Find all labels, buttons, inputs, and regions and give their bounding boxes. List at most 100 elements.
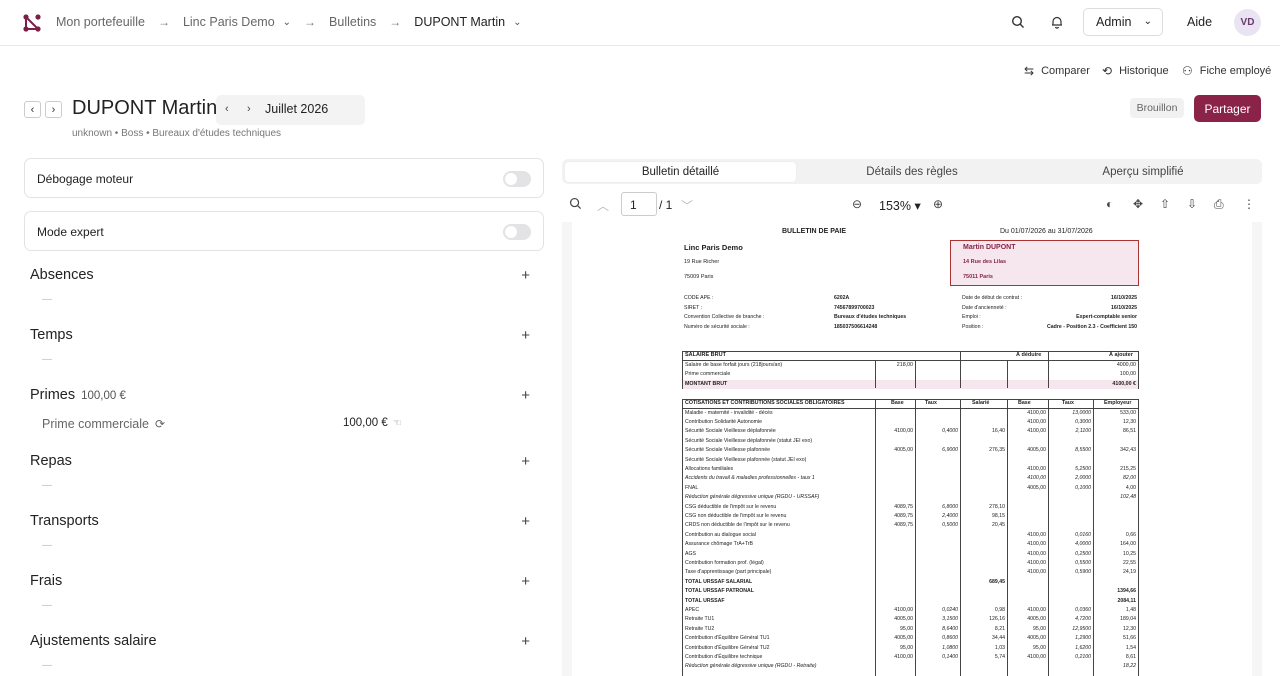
payslip-period: Du 01/07/2026 au 31/07/2026: [1000, 228, 1093, 235]
zoom-level[interactable]: 153% ▾: [879, 198, 921, 213]
expert-mode-toggle[interactable]: [503, 224, 531, 240]
table-rule: [960, 352, 961, 388]
previous-employee-button[interactable]: ‹: [24, 101, 41, 118]
empty-placeholder: —: [42, 354, 52, 365]
zoom-value: 153%: [879, 199, 911, 213]
add-time-plus-icon[interactable]: +: [521, 327, 530, 344]
gross-row-amount: 100,00: [1119, 371, 1136, 377]
next-month-chevron-icon[interactable]: ›: [247, 103, 251, 115]
contrib-header: COTISATIONS ET CONTRIBUTIONS SOCIALES OB…: [685, 400, 845, 406]
contrib-row-value: 12,30: [1123, 625, 1136, 632]
previous-month-chevron-icon[interactable]: ‹: [225, 103, 229, 115]
contrib-row-value: 8,6400: [942, 625, 958, 632]
refresh-icon[interactable]: ⟳: [155, 417, 165, 431]
chevron-down-icon[interactable]: ﹀: [681, 197, 693, 214]
breadcrumb-section[interactable]: Bulletins: [329, 15, 376, 29]
rotate-icon[interactable]: ◐: [1106, 197, 1113, 211]
expert-mode-card: Mode expert: [24, 211, 544, 251]
move-icon[interactable]: ✥: [1133, 197, 1143, 211]
arrow-right-icon: →: [157, 15, 170, 29]
arrow-right-icon: →: [389, 15, 402, 29]
engine-debug-card: Débogage moteur: [24, 158, 544, 198]
info-label: Date de début de contrat :: [962, 295, 1022, 301]
contrib-row-value: 126,16: [989, 616, 1005, 623]
page-number-input[interactable]: 1: [621, 192, 657, 216]
breadcrumb-portfolio[interactable]: Mon portefeuille: [56, 15, 145, 29]
contrib-row-value: 20,45: [992, 522, 1005, 529]
app-logo-icon[interactable]: [22, 13, 42, 33]
payslip-tabs: Bulletin détaillé Détails des règles Ape…: [562, 159, 1262, 184]
contrib-row-value: 276,35: [989, 447, 1005, 454]
contrib-row-label: CSG non déductible de l'impôt sur le rev…: [685, 512, 787, 519]
breadcrumb-company[interactable]: Linc Paris Demo: [183, 15, 275, 29]
breadcrumb-employee[interactable]: DUPONT Martin: [414, 15, 505, 29]
help-link[interactable]: Aide: [1187, 15, 1212, 29]
info-value: 185037506614248: [834, 323, 878, 330]
avatar[interactable]: VD: [1234, 9, 1261, 36]
more-vertical-icon[interactable]: ⋮: [1243, 197, 1255, 211]
add-prime-plus-icon[interactable]: +: [521, 387, 530, 404]
contrib-row-value: 4,7200: [1075, 616, 1091, 623]
download-icon[interactable]: ⇩: [1187, 197, 1197, 211]
chevron-down-icon[interactable]: ⌄: [513, 17, 521, 28]
pdf-viewer[interactable]: BULLETIN DE PAIE Du 01/07/2026 au 31/07/…: [562, 222, 1262, 676]
contrib-row-value: 95,00: [900, 644, 913, 651]
add-transport-plus-icon[interactable]: +: [521, 513, 530, 530]
section-amount: 100,00 €: [81, 390, 126, 402]
print-icon[interactable]: ⎙: [1214, 197, 1224, 212]
prime-item-value: 100,00 €: [343, 417, 388, 429]
contrib-row-value: 4089,75: [894, 512, 913, 519]
history-button[interactable]: ⟲ Historique: [1102, 63, 1169, 79]
add-meal-plus-icon[interactable]: +: [521, 453, 530, 470]
contrib-row-label: Contribution Solidarité Autonomie: [685, 418, 762, 425]
chevron-down-icon[interactable]: ⌄: [283, 17, 291, 28]
contrib-row-value: 2,1100: [1075, 428, 1091, 435]
contrib-row-value: 1,48: [1125, 606, 1136, 613]
section-repas: Repas + —: [30, 453, 540, 491]
bell-icon[interactable]: [1047, 12, 1067, 32]
search-icon[interactable]: [1008, 12, 1028, 32]
next-employee-button[interactable]: ›: [45, 101, 62, 118]
section-frais: Frais + —: [30, 573, 540, 611]
employee-address-city: 75011 Paris: [963, 274, 993, 280]
zoom-out-icon[interactable]: ⊖: [852, 197, 862, 211]
chevron-up-icon[interactable]: ︿: [597, 197, 609, 214]
contrib-row-value: 4100,00: [1027, 559, 1046, 566]
hand-icon[interactable]: ☜: [393, 418, 402, 429]
add-expense-plus-icon[interactable]: +: [521, 573, 530, 590]
contrib-row-label: Sécurité Sociale Vieillesse plafonnée (s…: [685, 456, 807, 463]
gross-header: À ajouter: [1109, 352, 1133, 358]
contrib-row-label: Sécurité Sociale Vieillesse déplafonnée: [685, 428, 776, 435]
contrib-row-label: TOTAL URSSAF SALARIAL: [685, 578, 753, 585]
add-absence-plus-icon[interactable]: +: [521, 267, 530, 284]
contrib-row-value: 4100,00: [1027, 541, 1046, 548]
contrib-row-label: Sécurité Sociale Vieillesse déplafonnée …: [685, 437, 813, 444]
tab-apercu-simplifie[interactable]: Aperçu simplifié: [1028, 162, 1258, 182]
tab-bulletin-detaille[interactable]: Bulletin détaillé: [565, 162, 796, 182]
contrib-row-label: Contribution au dialogue social: [685, 531, 756, 538]
contrib-row-label: Allocations familiales: [685, 465, 734, 472]
contrib-row-value: 0,5500: [1075, 559, 1091, 566]
add-adjustment-plus-icon[interactable]: +: [521, 633, 530, 650]
contrib-row-value: 1,54: [1125, 644, 1136, 651]
zoom-in-icon[interactable]: ⊕: [933, 197, 943, 211]
table-rule: [1048, 400, 1049, 676]
contrib-row-value: 0,1000: [1075, 484, 1091, 491]
engine-debug-toggle[interactable]: [503, 171, 531, 187]
month-label[interactable]: Juillet 2026: [265, 102, 328, 116]
contrib-row-value: 86,51: [1123, 428, 1136, 435]
contrib-row-value: 95,00: [900, 625, 913, 632]
section-temps: Temps + —: [30, 327, 540, 365]
compare-button[interactable]: ⇆ Comparer: [1024, 63, 1090, 79]
share-button[interactable]: Partager: [1194, 95, 1261, 122]
contrib-row-value: 2,4000: [942, 512, 958, 519]
upload-icon[interactable]: ⇧: [1160, 197, 1170, 211]
prime-item[interactable]: Prime commerciale ⟳: [42, 417, 165, 431]
tab-details-regles[interactable]: Détails des règles: [797, 162, 1027, 182]
chevron-right-icon: ›: [51, 103, 56, 116]
contrib-row-value: 12,9500: [1072, 625, 1091, 632]
role-select[interactable]: Admin ⌄: [1083, 8, 1163, 36]
info-label: Emploi :: [962, 314, 981, 320]
search-icon[interactable]: [569, 197, 582, 213]
employee-sheet-button[interactable]: ⚇ Fiche employé: [1182, 63, 1271, 79]
